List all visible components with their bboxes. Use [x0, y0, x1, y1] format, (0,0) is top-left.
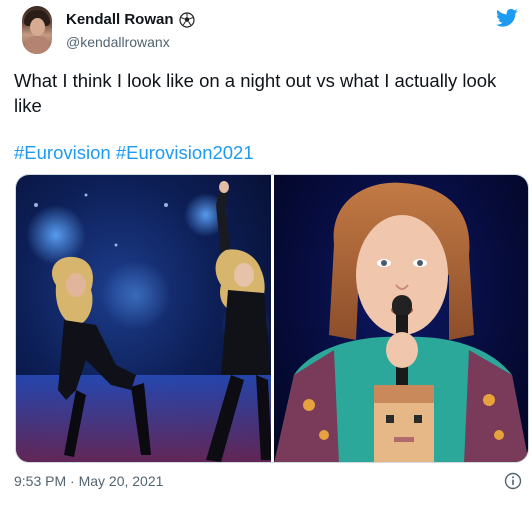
- tweet-header: Kendall Rowan @kendallrowanx: [18, 4, 518, 56]
- singer-photo[interactable]: [274, 175, 528, 462]
- soccer-ball-icon: [178, 11, 195, 28]
- tweet-text: What I think I look like on a night out …: [14, 70, 497, 116]
- hashtags: #Eurovision #Eurovision2021: [14, 140, 254, 165]
- display-name[interactable]: Kendall Rowan: [66, 11, 174, 28]
- hashtag-link[interactable]: #Eurovision: [14, 142, 111, 163]
- performers-photo[interactable]: [16, 175, 271, 462]
- stage-illustration: [16, 181, 271, 462]
- handle[interactable]: @kendallrowanx: [66, 34, 170, 50]
- timestamp[interactable]: 9:53 PM · May 20, 2021: [14, 473, 163, 489]
- twitter-bird-icon[interactable]: [496, 8, 518, 28]
- singer-illustration: [274, 182, 528, 462]
- info-icon[interactable]: [504, 472, 522, 490]
- hashtag-link[interactable]: #Eurovision2021: [116, 142, 254, 163]
- avatar[interactable]: [22, 6, 52, 54]
- media-grid[interactable]: [15, 174, 529, 463]
- author-name-row[interactable]: Kendall Rowan: [66, 11, 195, 28]
